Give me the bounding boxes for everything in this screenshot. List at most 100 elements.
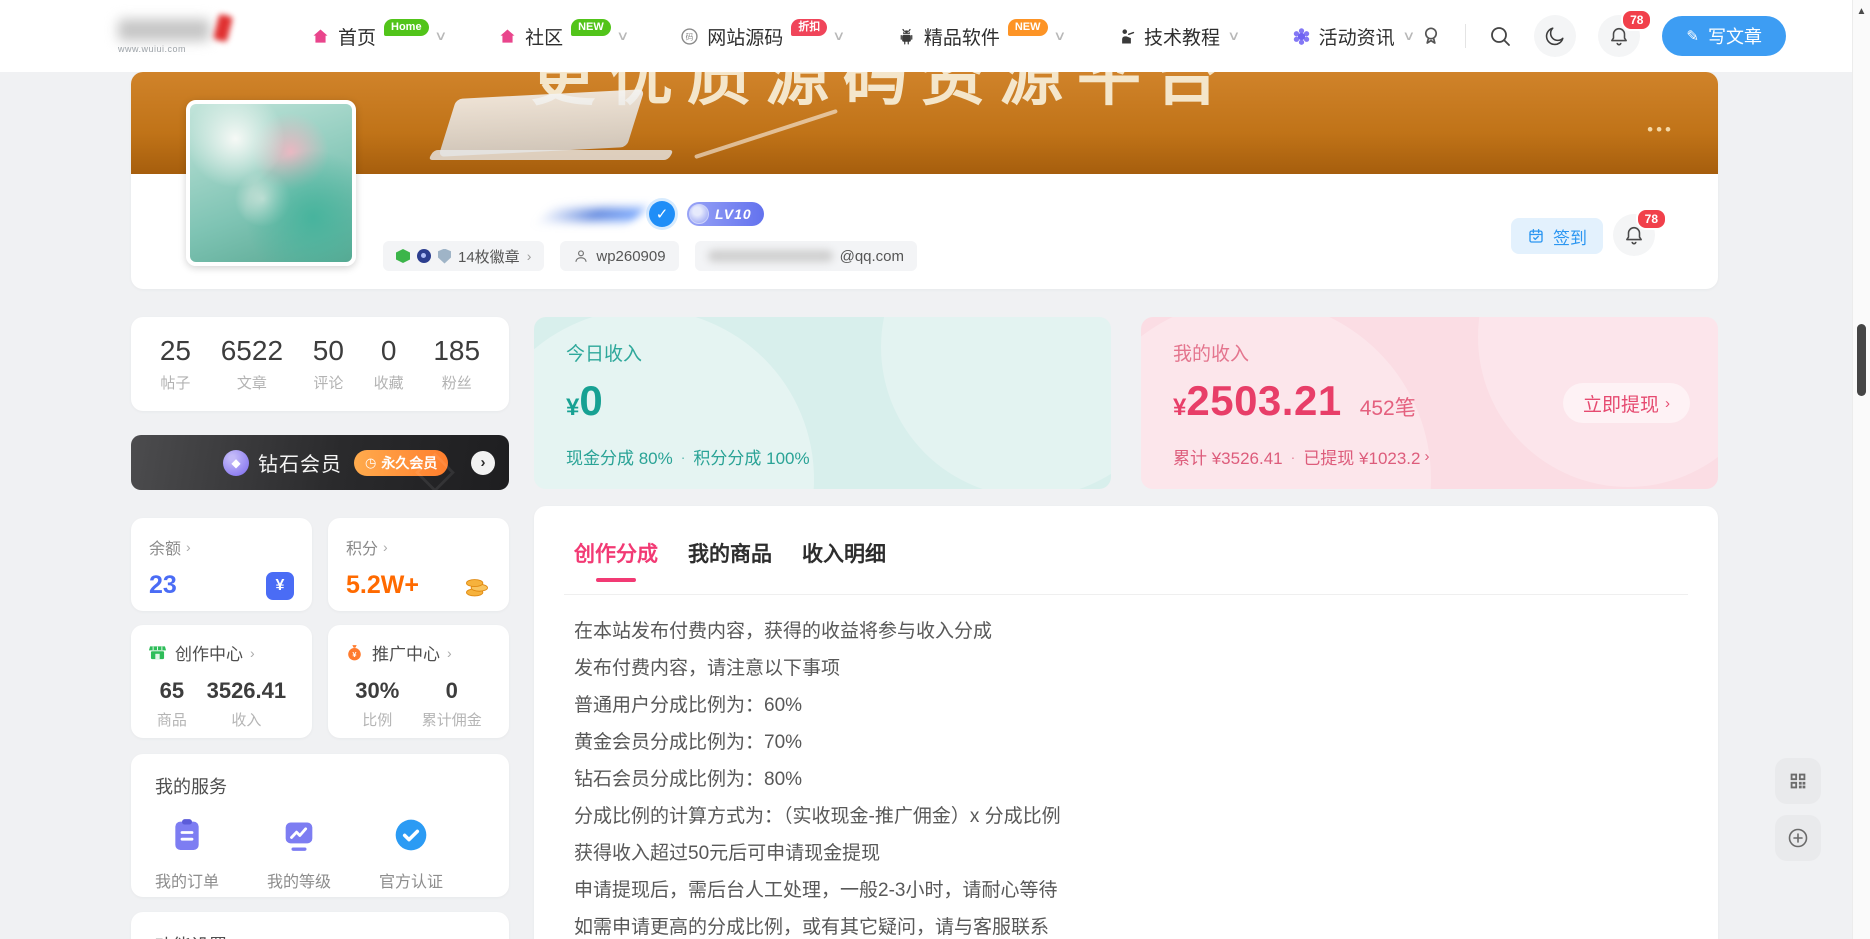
- username-pill[interactable]: wp260909: [560, 241, 678, 271]
- money-bag-icon: ¥: [344, 642, 365, 663]
- divider: [1465, 24, 1466, 48]
- scrollbar-thumb[interactable]: [1857, 324, 1866, 396]
- balance-card[interactable]: 余额› 23 ¥: [131, 518, 312, 611]
- service-my-orders[interactable]: 我的订单: [155, 815, 219, 892]
- stat-label: 商品: [157, 709, 187, 730]
- chevron-right-icon: ›: [1665, 395, 1670, 412]
- stat-label: 文章: [221, 372, 283, 393]
- level-badge[interactable]: LV10: [687, 202, 764, 226]
- add-button[interactable]: [1775, 815, 1821, 861]
- points-label: 积分: [346, 535, 378, 559]
- home-icon: [310, 26, 331, 47]
- chevron-down-icon: ∨: [434, 28, 447, 44]
- yuan-icon: ¥: [266, 572, 294, 600]
- profile-notifications-button[interactable]: 78: [1613, 214, 1655, 256]
- my-income-amount: 2503.21: [1186, 377, 1341, 425]
- username-blurred: [536, 208, 645, 221]
- my-services-card: 我的服务 我的订单 我的等级 官方认证: [131, 754, 509, 897]
- profile-banner[interactable]: 更优质源码资源平台 •••: [131, 72, 1718, 174]
- site-logo[interactable]: www.wuiui.com: [118, 19, 286, 54]
- rule-line: 黄金会员分成比例为：70%: [574, 724, 1678, 761]
- profile-notification-count-badge: 78: [1636, 208, 1667, 230]
- income-row: 今日收入 ¥ 0 现金分成 80% · 积分分成 100%: [534, 317, 1718, 489]
- banner-more-icon[interactable]: •••: [1647, 120, 1674, 140]
- profile-pills: 14枚徽章 › wp260909 @qq.com: [383, 241, 917, 271]
- rule-line: 申请提现后，需后台人工处理，一般2-3小时，请耐心等待: [574, 872, 1678, 909]
- page-content: 更优质源码资源平台 ••• ✓ LV10 14枚徽章 › wp260909: [131, 72, 1718, 939]
- withdrawn-link[interactable]: 已提现 ¥1023.2›: [1303, 444, 1429, 469]
- notifications-button[interactable]: 78: [1598, 15, 1640, 57]
- nav-item-label: 技术教程: [1144, 23, 1220, 50]
- stat-value: 65: [157, 678, 187, 704]
- withdraw-label: 立即提现: [1583, 390, 1659, 417]
- stat-label: 收藏: [374, 372, 404, 393]
- note-separator: ·: [681, 449, 686, 465]
- tab-income-details[interactable]: 收入明细: [802, 538, 886, 570]
- checkin-button[interactable]: 签到: [1511, 218, 1603, 254]
- my-services-title: 我的服务: [155, 773, 485, 799]
- username-row: ✓ LV10: [541, 201, 764, 227]
- main-grid: 25 帖子 6522 文章 50 评论 0 收藏 185 粉丝: [131, 317, 1718, 939]
- medal-icon[interactable]: [1419, 24, 1443, 48]
- calendar-check-icon: [1527, 227, 1545, 245]
- nav-item-home[interactable]: 首页 Home ∨: [310, 23, 445, 50]
- balance-label: 余额: [149, 535, 181, 559]
- write-article-button[interactable]: ✎ 写文章: [1662, 16, 1786, 56]
- nav-item-source-code[interactable]: 码 网站源码 折扣 ∨: [679, 23, 844, 50]
- nav-item-label: 社区: [525, 23, 563, 50]
- total-income-note: 累计 ¥3526.41: [1173, 444, 1283, 469]
- badge-hex-icon: [396, 249, 410, 263]
- chevron-right-icon: ›: [1425, 448, 1430, 465]
- email-suffix-label: @qq.com: [840, 248, 904, 265]
- stat-comments[interactable]: 50 评论: [313, 335, 344, 393]
- stat-posts[interactable]: 25 帖子: [160, 335, 191, 393]
- vip-membership-card[interactable]: ◆ 钻石会员 ◷永久会员 ◇ ›: [131, 435, 509, 490]
- withdraw-button[interactable]: 立即提现 ›: [1563, 383, 1690, 423]
- points-card[interactable]: 积分› 5.2W+: [328, 518, 509, 611]
- email-blurred: [708, 250, 833, 262]
- stat-favorites[interactable]: 0 收藏: [374, 335, 404, 393]
- badge-circle-icon: [417, 249, 431, 263]
- settings-card: 功能设置: [131, 912, 509, 939]
- search-icon[interactable]: [1488, 24, 1512, 48]
- nav-item-software[interactable]: 精品软件 NEW ∨: [896, 23, 1064, 50]
- user-avatar[interactable]: [186, 100, 356, 266]
- moon-icon: [1544, 25, 1566, 47]
- stat-articles[interactable]: 6522 文章: [221, 335, 283, 393]
- scroll-up-arrow-icon[interactable]: ▲: [1853, 6, 1870, 17]
- clock-icon: ◷: [365, 455, 376, 471]
- tab-creation-share[interactable]: 创作分成: [574, 538, 658, 570]
- promotion-ratio-stat: 30% 比例: [355, 678, 399, 730]
- dark-mode-button[interactable]: [1534, 15, 1576, 57]
- cash-share-note: 现金分成 80%: [566, 444, 673, 469]
- stat-value: 0: [374, 335, 404, 367]
- stat-followers[interactable]: 185 粉丝: [433, 335, 480, 393]
- stat-label: 累计佣金: [422, 709, 482, 730]
- service-label: 官方认证: [379, 868, 443, 892]
- plus-circle-icon: [1786, 826, 1810, 850]
- diamond-icon: ◆: [223, 450, 249, 476]
- home-badge: Home: [384, 19, 429, 36]
- page-scrollbar[interactable]: ▲: [1852, 0, 1870, 939]
- qr-code-button[interactable]: [1775, 758, 1821, 804]
- email-pill[interactable]: @qq.com: [695, 241, 917, 271]
- promotion-center-card[interactable]: ¥ 推广中心 › 30% 比例 0 累计佣金: [328, 625, 509, 738]
- qr-code-icon: [1787, 770, 1809, 792]
- today-income-amount: 0: [579, 377, 603, 425]
- creation-income-stat: 3526.41 收入: [207, 678, 287, 730]
- tab-my-products[interactable]: 我的商品: [688, 538, 772, 570]
- nav-item-community[interactable]: 社区 NEW ∨: [497, 23, 627, 50]
- pencil-icon: ✎: [1686, 27, 1699, 45]
- nav-item-activities[interactable]: 活动资讯 ∨: [1291, 23, 1414, 50]
- nav-item-tutorials[interactable]: 技术教程 ∨: [1116, 23, 1239, 50]
- service-label: 我的订单: [155, 868, 219, 892]
- currency-symbol: ¥: [566, 394, 579, 422]
- rule-line: 如需申请更高的分成比例，或有其它疑问，请与客服联系: [574, 909, 1678, 939]
- badges-pill[interactable]: 14枚徽章 ›: [383, 241, 544, 271]
- checkin-label: 签到: [1553, 224, 1587, 249]
- creation-center-card[interactable]: 创作中心 › 65 商品 3526.41 收入: [131, 625, 312, 738]
- service-my-level[interactable]: 我的等级: [267, 815, 331, 892]
- promotion-commission-stat: 0 累计佣金: [422, 678, 482, 730]
- service-official-verification[interactable]: 官方认证: [379, 815, 443, 892]
- badges-count-label: 14枚徽章: [458, 246, 520, 267]
